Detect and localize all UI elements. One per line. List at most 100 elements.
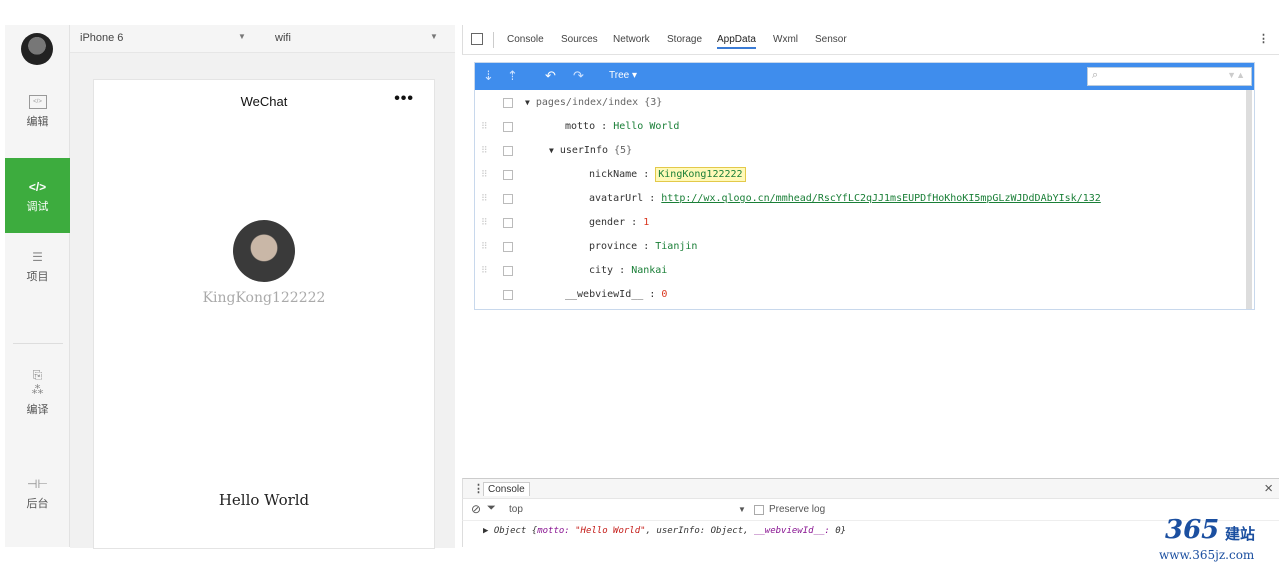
expand-all-icon[interactable]: ⇣ — [483, 68, 494, 84]
tree-row[interactable]: ⠿ city : Nankai — [475, 260, 1245, 282]
tab-storage[interactable]: Storage — [667, 34, 702, 45]
compile-icon: ⎘ ⁂ — [31, 368, 44, 397]
view-mode-select[interactable]: Tree ▾ — [609, 70, 637, 81]
tab-sensor[interactable]: Sensor — [815, 34, 847, 45]
city-value[interactable]: Nankai — [631, 265, 667, 276]
filter-icon[interactable]: ⏷ — [487, 502, 496, 515]
motto-text[interactable]: Hello World — [94, 491, 434, 509]
search-nav-icon[interactable]: ▼▲ — [1227, 70, 1245, 80]
webview-id-value[interactable]: 0 — [661, 289, 667, 300]
row-checkbox[interactable] — [503, 266, 513, 276]
avatar-url-key: avatarUrl — [589, 193, 644, 204]
backend-icon: ⊣⊢ — [27, 477, 48, 491]
sidebar-item-backend[interactable]: ⊣⊢ 后台 — [5, 477, 70, 517]
drag-handle-icon[interactable]: ⠿ — [481, 260, 488, 282]
gender-value[interactable]: 1 — [643, 217, 649, 228]
tree-row[interactable]: ⠿ nickName : KingKong122222 — [475, 164, 1245, 186]
tab-network[interactable]: Network — [613, 34, 650, 45]
avatar-url-link[interactable]: http://wx.qlogo.cn/mmhead/RscYfLC2qJJ1ms… — [661, 193, 1101, 204]
drag-handle-icon[interactable]: ⠿ — [481, 188, 488, 210]
gender-key: gender — [589, 217, 626, 228]
tab-appdata[interactable]: AppData — [717, 34, 756, 49]
drag-handle-icon[interactable]: ⠿ — [481, 236, 488, 258]
search-input[interactable]: ⌕ ▼▲ — [1087, 67, 1252, 86]
network-select[interactable]: wifi — [275, 32, 291, 44]
watermark-url: www.365jz.com — [1159, 548, 1255, 562]
more-menu-button[interactable]: ••• — [394, 90, 414, 108]
avatar[interactable] — [233, 220, 295, 282]
clear-console-icon[interactable]: ⊘ — [471, 502, 481, 516]
collapse-triangle-icon[interactable]: ▼ — [525, 98, 530, 107]
sidebar-item-compile[interactable]: ⎘ ⁂ 编译 — [5, 368, 70, 433]
sidebar-item-label: 调试 — [26, 201, 49, 213]
drag-handle-icon[interactable]: ⠿ — [481, 140, 488, 162]
row-checkbox[interactable] — [503, 218, 513, 228]
collapse-all-icon[interactable]: ⇡ — [507, 68, 518, 84]
province-value[interactable]: Tianjin — [655, 241, 697, 252]
root-count: {3} — [644, 97, 663, 108]
appdata-panel: ⇣ ⇡ ↶ ↷ Tree ▾ ⌕ ▼▲ ▼ pages/index/index {… — [474, 62, 1255, 310]
city-key: city — [589, 265, 614, 276]
tree-row[interactable]: ▼ pages/index/index {3} — [475, 92, 1245, 114]
userinfo-key: userInfo — [559, 145, 608, 156]
row-checkbox[interactable] — [503, 290, 513, 300]
sidebar-item-label: 编译 — [26, 404, 49, 416]
preserve-log-checkbox[interactable] — [754, 505, 764, 515]
menu-lines-icon: ☰ — [32, 250, 43, 264]
tab-console-drawer[interactable]: Console — [483, 482, 530, 496]
tab-sources[interactable]: Sources — [561, 34, 598, 45]
console-drawer-header: ⋮ Console × — [462, 478, 1279, 499]
drag-handle-icon[interactable]: ⠿ — [481, 116, 488, 138]
redo-icon[interactable]: ↷ — [573, 68, 584, 84]
scrollbar[interactable] — [1246, 90, 1252, 309]
chevron-down-icon[interactable]: ▼ — [430, 32, 438, 41]
user-avatar-small[interactable] — [21, 33, 53, 65]
tree-row[interactable]: __webviewId__ : 0 — [475, 284, 1245, 306]
nickname-key: nickName — [589, 169, 638, 180]
nickname-value-input[interactable]: KingKong122222 — [655, 167, 746, 182]
separator: : — [643, 241, 650, 252]
log-value: 0 — [829, 526, 841, 536]
drag-handle-icon[interactable]: ⠿ — [481, 164, 488, 186]
search-icon: ⌕ — [1092, 69, 1099, 81]
appdata-toolbar: ⇣ ⇡ ↶ ↷ Tree ▾ ⌕ ▼▲ — [475, 63, 1254, 90]
row-checkbox[interactable] — [503, 194, 513, 204]
row-checkbox[interactable] — [503, 122, 513, 132]
close-icon[interactable]: × — [1264, 480, 1273, 497]
webview-id-key: __webviewId__ — [565, 289, 644, 300]
sidebar-item-project[interactable]: ☰ 项目 — [5, 250, 70, 290]
context-select[interactable]: top — [509, 504, 523, 515]
tree-row[interactable]: ⠿ province : Tianjin — [475, 236, 1245, 258]
console-log-line[interactable]: ▶ Object {motto: "Hello World", userInfo… — [483, 526, 846, 536]
tree-row[interactable]: ⠿ ▼ userInfo {5} — [475, 140, 1245, 162]
code-icon: </> — [28, 180, 47, 194]
province-key: province — [589, 241, 638, 252]
row-checkbox[interactable] — [503, 98, 513, 108]
log-prefix: ▶ Object { — [483, 526, 538, 536]
separator: : — [649, 289, 656, 300]
device-toolbar: iPhone 6 ▼ wifi ▼ — [70, 25, 455, 53]
tree-row[interactable]: ⠿ gender : 1 — [475, 212, 1245, 234]
inspect-icon[interactable] — [471, 33, 483, 45]
separator: : — [643, 169, 650, 180]
more-options-icon[interactable]: ⋮ — [1258, 32, 1269, 45]
tab-wxml[interactable]: Wxml — [773, 34, 798, 45]
row-checkbox[interactable] — [503, 170, 513, 180]
sidebar-item-edit[interactable]: </> 编辑 — [5, 95, 70, 145]
chevron-down-icon[interactable]: ▼ — [238, 32, 246, 41]
collapse-triangle-icon[interactable]: ▼ — [549, 146, 554, 155]
device-select[interactable]: iPhone 6 — [80, 32, 123, 44]
drag-handle-icon[interactable]: ⠿ — [481, 212, 488, 234]
chevron-down-icon[interactable]: ▼ — [738, 505, 746, 514]
row-checkbox[interactable] — [503, 242, 513, 252]
sidebar-item-label: 后台 — [26, 498, 49, 510]
row-checkbox[interactable] — [503, 146, 513, 156]
tree-row[interactable]: ⠿ avatarUrl : http://wx.qlogo.cn/mmhead/… — [475, 188, 1245, 210]
tab-console[interactable]: Console — [507, 34, 544, 45]
sidebar-item-label: 编辑 — [26, 116, 49, 128]
separator: : — [631, 217, 638, 228]
sidebar-item-debug[interactable]: </> 调试 — [5, 158, 70, 233]
tree-row[interactable]: ⠿ motto : Hello World — [475, 116, 1245, 138]
undo-icon[interactable]: ↶ — [545, 68, 556, 84]
motto-value[interactable]: Hello World — [613, 121, 679, 132]
